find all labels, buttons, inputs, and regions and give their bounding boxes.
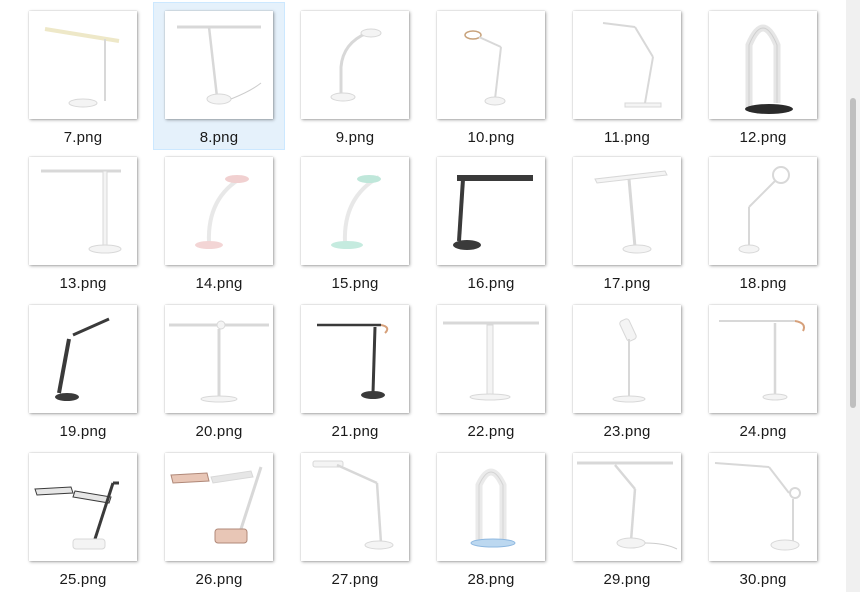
file-thumbnail[interactable] [709,305,817,413]
file-item[interactable]: 8.png [153,2,285,150]
file-thumbnail[interactable] [709,157,817,265]
file-thumbnail[interactable] [573,11,681,119]
file-item[interactable]: 9.png [289,2,421,150]
lamp-image-icon [470,468,516,548]
lamp-image-icon [55,317,110,401]
file-name-label: 22.png [467,423,515,440]
scrollbar-thumb[interactable] [850,98,856,408]
file-name-label: 29.png [603,571,651,588]
lamp-image-icon [41,169,122,254]
file-name-label: 25.png [59,571,107,588]
lamp-image-icon [719,320,805,401]
file-thumbnail[interactable] [165,157,273,265]
file-thumbnail[interactable] [573,157,681,265]
file-thumbnail[interactable] [437,305,545,413]
file-item[interactable]: 24.png [697,296,829,444]
file-item[interactable]: 15.png [289,148,421,296]
lamp-image-icon [443,321,539,401]
file-name-label: 7.png [63,129,103,146]
lamp-image-icon [612,318,646,403]
file-name-label: 19.png [59,423,107,440]
lamp-image-icon [602,22,662,108]
file-item[interactable]: 30.png [697,444,829,592]
file-name-label: 26.png [195,571,243,588]
lamp-image-icon [169,320,269,403]
file-name-label: 9.png [335,129,375,146]
file-thumbnail[interactable] [573,453,681,561]
file-item[interactable]: 25.png [17,444,149,592]
file-item[interactable]: 11.png [561,2,693,150]
file-item[interactable]: 10.png [425,2,557,150]
file-thumbnail[interactable] [165,11,273,119]
lamp-image-icon [453,175,533,250]
lamp-image-icon [170,466,263,544]
file-thumbnail[interactable] [301,453,409,561]
lamp-image-icon [577,461,678,550]
file-name-label: 21.png [331,423,379,440]
file-thumbnail[interactable] [301,305,409,413]
file-name-label: 16.png [467,275,515,292]
file-name-label: 8.png [199,129,239,146]
lamp-image-icon [331,175,381,249]
file-item[interactable]: 19.png [17,296,149,444]
vertical-scrollbar[interactable] [846,0,860,592]
file-item[interactable]: 14.png [153,148,285,296]
lamp-image-icon [738,166,790,254]
file-item[interactable]: 17.png [561,148,693,296]
file-item[interactable]: 7.png [17,2,149,150]
file-thumbnail[interactable] [165,453,273,561]
file-thumbnail[interactable] [709,11,817,119]
file-item[interactable]: 28.png [425,444,557,592]
file-item[interactable]: 12.png [697,2,829,150]
file-item[interactable]: 21.png [289,296,421,444]
lamp-image-icon [177,25,262,105]
file-thumbnail[interactable] [437,453,545,561]
file-thumbnail[interactable] [573,305,681,413]
file-name-label: 11.png [604,129,650,146]
file-item[interactable]: 20.png [153,296,285,444]
file-name-label: 18.png [739,275,787,292]
file-name-label: 20.png [195,423,243,440]
file-name-label: 12.png [739,129,787,146]
file-thumbnail[interactable] [29,305,137,413]
lamp-image-icon [594,170,668,254]
file-item[interactable]: 23.png [561,296,693,444]
file-name-label: 14.png [195,275,243,292]
file-item[interactable]: 29.png [561,444,693,592]
file-thumbnail[interactable] [29,11,137,119]
lamp-image-icon [745,24,793,114]
file-name-label: 28.png [467,571,515,588]
file-item[interactable]: 22.png [425,296,557,444]
file-thumbnail[interactable] [29,453,137,561]
file-name-label: 17.png [603,275,651,292]
lamp-image-icon [714,462,801,551]
file-thumbnail[interactable] [29,157,137,265]
lamp-image-icon [44,27,120,108]
file-name-label: 23.png [603,423,651,440]
file-name-label: 27.png [331,571,379,588]
file-name-label: 13.png [59,275,107,292]
file-item[interactable]: 27.png [289,444,421,592]
file-thumbnail[interactable] [301,157,409,265]
lamp-image-icon [34,481,119,550]
file-thumbnail[interactable] [437,157,545,265]
file-thumbnail[interactable] [437,11,545,119]
file-item[interactable]: 18.png [697,148,829,296]
lamp-image-icon [195,175,249,249]
file-thumbnail[interactable] [165,305,273,413]
file-thumbnail[interactable] [301,11,409,119]
lamp-image-icon [317,323,389,399]
file-item[interactable]: 16.png [425,148,557,296]
file-name-label: 15.png [331,275,379,292]
file-grid: 7.png 8.png 9.png 10.png 11.png 12.png 13.png 1… [17,0,837,592]
file-item[interactable]: 26.png [153,444,285,592]
file-name-label: 10.png [467,129,515,146]
file-thumbnail[interactable] [709,453,817,561]
file-name-label: 30.png [739,571,787,588]
file-name-label: 24.png [739,423,787,440]
lamp-image-icon [464,30,506,106]
file-item[interactable]: 13.png [17,148,149,296]
lamp-image-icon [312,460,394,550]
lamp-image-icon [330,28,382,102]
